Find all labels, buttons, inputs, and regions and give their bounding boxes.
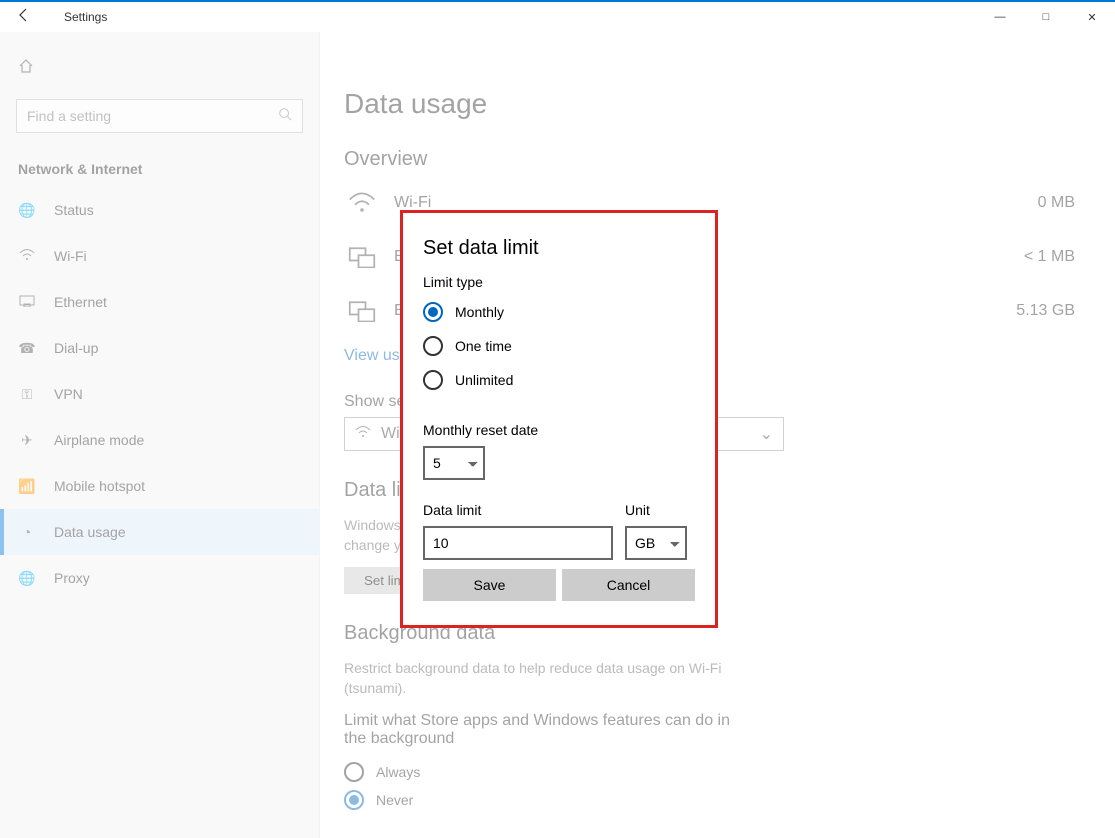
overview-title: Overview [344, 148, 1115, 171]
radio-icon [344, 762, 364, 782]
wifi-icon [18, 248, 36, 264]
reset-date-select[interactable]: 5 [423, 446, 485, 480]
data-usage-icon: ◔ [18, 524, 36, 540]
set-data-limit-dialog: Set data limit Limit type Monthly One ti… [400, 210, 718, 628]
dialog-title: Set data limit [423, 237, 695, 260]
radio-label: Never [376, 792, 413, 808]
maximize-button[interactable]: □ [1023, 2, 1069, 32]
dialup-icon: ☎ [18, 340, 36, 357]
cancel-button[interactable]: Cancel [562, 569, 695, 601]
sidebar-item-vpn[interactable]: ⚿ VPN [0, 371, 319, 417]
network-usage: 0 MB [1038, 194, 1115, 212]
radio-icon [423, 336, 443, 356]
back-button[interactable] [0, 7, 48, 28]
unit-select[interactable]: GB [625, 526, 687, 560]
page-title: Data usage [344, 88, 1115, 120]
radio-label: Unlimited [455, 372, 513, 388]
network-usage: < 1 MB [1024, 248, 1115, 266]
sidebar-item-label: VPN [54, 386, 83, 402]
limit-option-onetime[interactable]: One time [423, 332, 695, 360]
sidebar-item-label: Dial-up [54, 340, 98, 356]
wifi-icon [355, 425, 371, 443]
unit-label: Unit [625, 502, 687, 518]
sidebar-item-label: Mobile hotspot [54, 478, 145, 494]
sidebar-item-hotspot[interactable]: 📶 Mobile hotspot [0, 463, 319, 509]
sidebar-group: Network & Internet [0, 147, 319, 187]
ethernet-icon [18, 294, 36, 310]
title-bar: Settings — □ ✕ [0, 0, 1115, 32]
search-input[interactable] [27, 108, 278, 124]
sidebar-item-label: Ethernet [54, 294, 107, 310]
ethernet-icon [344, 239, 380, 275]
bg-desc: Restrict background data to help reduce … [344, 659, 764, 698]
sidebar-item-label: Proxy [54, 570, 90, 586]
data-limit-input[interactable] [423, 526, 613, 560]
bg-desc2: Limit what Store apps and Windows featur… [344, 712, 744, 748]
sidebar-item-wifi[interactable]: Wi-Fi [0, 233, 319, 279]
limit-type-label: Limit type [423, 274, 695, 290]
wifi-icon [344, 185, 380, 221]
bg-option-always[interactable]: Always [344, 758, 1115, 786]
data-limit-label: Data limit [423, 502, 613, 518]
sidebar: Network & Internet 🌐 Status Wi-Fi Ethern… [0, 32, 320, 838]
bg-option-never[interactable]: Never [344, 786, 1115, 814]
radio-label: Monthly [455, 304, 504, 320]
home-icon[interactable] [0, 52, 319, 85]
vpn-icon: ⚿ [18, 386, 36, 403]
network-usage: 5.13 GB [1016, 302, 1115, 320]
airplane-icon: ✈ [18, 432, 36, 449]
search-box[interactable] [16, 99, 303, 133]
window-title: Settings [48, 10, 107, 24]
limit-option-unlimited[interactable]: Unlimited [423, 366, 695, 394]
search-icon [278, 107, 292, 126]
sidebar-item-ethernet[interactable]: Ethernet [0, 279, 319, 325]
reset-date-label: Monthly reset date [423, 422, 695, 438]
radio-icon [423, 370, 443, 390]
sidebar-item-status[interactable]: 🌐 Status [0, 187, 319, 233]
close-button[interactable]: ✕ [1069, 2, 1115, 32]
sidebar-item-label: Airplane mode [54, 432, 144, 448]
radio-label: Always [376, 764, 420, 780]
sidebar-item-data-usage[interactable]: ◔ Data usage [0, 509, 319, 555]
chevron-down-icon: ⌄ [760, 424, 773, 444]
sidebar-item-airplane[interactable]: ✈ Airplane mode [0, 417, 319, 463]
sidebar-item-dialup[interactable]: ☎ Dial-up [0, 325, 319, 371]
limit-option-monthly[interactable]: Monthly [423, 298, 695, 326]
minimize-button[interactable]: — [977, 2, 1023, 32]
radio-icon [423, 302, 443, 322]
proxy-icon: 🌐 [18, 570, 36, 587]
globe-icon: 🌐 [18, 202, 36, 219]
hotspot-icon: 📶 [18, 478, 36, 495]
radio-icon [344, 790, 364, 810]
sidebar-item-label: Data usage [54, 524, 126, 540]
sidebar-item-label: Status [54, 202, 94, 218]
save-button[interactable]: Save [423, 569, 556, 601]
sidebar-item-label: Wi-Fi [54, 248, 87, 264]
radio-label: One time [455, 338, 512, 354]
ethernet-icon [344, 293, 380, 329]
sidebar-item-proxy[interactable]: 🌐 Proxy [0, 555, 319, 601]
